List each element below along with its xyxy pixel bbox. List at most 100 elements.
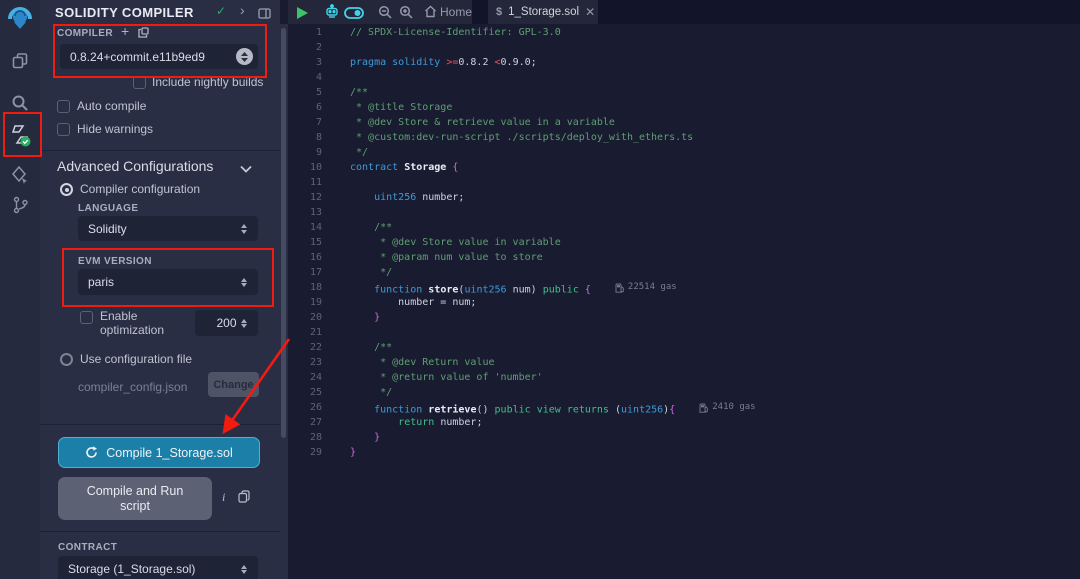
code-token: ( <box>609 405 621 416</box>
solidity-compiler-icon[interactable] <box>0 118 40 152</box>
icon-panel <box>0 0 40 579</box>
code-token: * @param num value to store <box>350 252 543 263</box>
zoom-in-icon[interactable] <box>399 5 413 24</box>
home-tab-label[interactable]: Home <box>440 5 472 19</box>
line-number: 1 <box>288 25 322 40</box>
code-token: * @custom:dev-run-script ./scripts/deplo… <box>350 132 693 143</box>
code-token: Storage <box>404 162 452 173</box>
code-token <box>350 192 374 203</box>
copy-file-icon[interactable] <box>137 26 149 44</box>
line-number: 21 <box>288 325 322 340</box>
section-divider <box>40 150 280 151</box>
compiler-configuration-label: Compiler configuration <box>80 182 200 196</box>
toggle-switch-icon[interactable] <box>344 6 364 24</box>
line-number: 15 <box>288 235 322 250</box>
code-token: { <box>585 285 591 296</box>
code-token: returns <box>567 405 609 416</box>
section-divider <box>40 424 280 425</box>
code-line: 26 function retrieve() public view retur… <box>288 400 1080 415</box>
optimization-runs-stepper[interactable]: 200 <box>195 310 258 336</box>
code-token: 0.8.2 <box>458 57 494 68</box>
code-token: * @return value of 'number' <box>350 372 543 383</box>
evm-version-value: paris <box>88 275 114 289</box>
copy-icon[interactable] <box>238 490 250 508</box>
enable-optimization-checkbox[interactable] <box>80 311 93 324</box>
panel-title: SOLIDITY COMPILER <box>55 5 194 20</box>
deploy-run-icon[interactable] <box>0 158 40 192</box>
chevron-right-icon[interactable]: › <box>240 2 245 18</box>
change-config-button[interactable]: Change <box>208 372 259 397</box>
code-token: 0.9.0; <box>501 57 537 68</box>
code-token: * @dev Store value in variable <box>350 237 561 248</box>
code-token: * @dev Return value <box>350 357 495 368</box>
evm-version-select[interactable]: paris <box>78 269 258 295</box>
use-configuration-file-radio[interactable] <box>60 353 73 366</box>
search-icon[interactable] <box>0 86 40 120</box>
code-token: public <box>543 285 579 296</box>
ai-assistant-robot-icon[interactable] <box>324 4 340 25</box>
git-icon[interactable] <box>0 188 40 222</box>
code-token: */ <box>350 387 392 398</box>
code-token: uint256 <box>464 285 506 296</box>
code-line: 20 } <box>288 310 1080 325</box>
zoom-out-icon[interactable] <box>378 5 392 24</box>
compile-and-run-label: Compile and Run script <box>74 484 196 514</box>
compile-button[interactable]: Compile 1_Storage.sol <box>58 437 260 468</box>
compile-success-check-icon: ✓ <box>216 4 226 18</box>
code-line: 7 * @dev Store & retrieve value in a var… <box>288 115 1080 130</box>
line-number: 20 <box>288 310 322 325</box>
code-token: retrieve <box>428 405 476 416</box>
code-line: 11 <box>288 175 1080 190</box>
language-select[interactable]: Solidity <box>78 216 258 241</box>
auto-compile-checkbox[interactable] <box>57 100 70 113</box>
line-number: 22 <box>288 340 322 355</box>
tab-1-storage-sol[interactable]: $ 1_Storage.sol ✕ <box>488 0 598 24</box>
home-icon[interactable] <box>424 5 437 23</box>
code-token: store <box>428 285 458 296</box>
run-script-icon[interactable] <box>297 6 308 24</box>
file-explorer-icon[interactable] <box>0 44 40 78</box>
version-select-arrows-icon <box>236 48 253 65</box>
code-line: 29} <box>288 445 1080 460</box>
chevron-down-icon[interactable] <box>240 160 252 178</box>
line-number: 6 <box>288 100 322 115</box>
panel-scrollbar[interactable] <box>281 28 286 438</box>
compiler-configuration-radio[interactable] <box>60 183 73 196</box>
code-line: 10 contract Storage { <box>288 160 1080 175</box>
line-number: 17 <box>288 265 322 280</box>
code-token: contract <box>350 162 404 173</box>
code-token: } <box>350 447 356 458</box>
hide-warnings-checkbox[interactable] <box>57 123 70 136</box>
select-arrows-icon <box>241 276 250 288</box>
code-token: >= <box>446 57 458 68</box>
solidity-file-icon: $ <box>496 6 502 18</box>
code-token: */ <box>350 147 368 158</box>
compiler-version-value: 0.8.24+commit.e11b9ed9 <box>70 50 205 64</box>
line-number: 10 <box>288 160 322 175</box>
code-line: 19 number = num; <box>288 295 1080 310</box>
code-editor[interactable]: 1// SPDX-License-Identifier: GPL-3.023pr… <box>288 24 1080 579</box>
line-number: 23 <box>288 355 322 370</box>
code-token: uint256 <box>374 192 416 203</box>
info-icon[interactable]: i <box>222 490 225 505</box>
code-token: function <box>374 405 422 416</box>
remix-logo-icon[interactable] <box>0 3 40 35</box>
code-token: { <box>452 162 458 173</box>
code-line: 21 <box>288 325 1080 340</box>
advanced-configurations-title[interactable]: Advanced Configurations <box>57 158 213 174</box>
code-token: number; <box>416 192 464 203</box>
code-token: number = num; <box>350 297 476 308</box>
code-line: 27 return number; <box>288 415 1080 430</box>
compiler-version-select[interactable]: 0.8.24+commit.e11b9ed9 <box>60 44 258 69</box>
code-line: 9 */ <box>288 145 1080 160</box>
add-compiler-icon[interactable]: + <box>121 23 129 39</box>
compile-and-run-button[interactable]: Compile and Run script <box>58 477 212 520</box>
tab-close-icon[interactable]: ✕ <box>585 5 595 19</box>
line-number: 24 <box>288 370 322 385</box>
contract-select[interactable]: Storage (1_Storage.sol) <box>58 556 258 579</box>
pin-panel-icon[interactable] <box>258 6 271 24</box>
include-nightly-checkbox[interactable] <box>133 76 146 89</box>
code-token: function <box>374 285 422 296</box>
gas-estimate-badge: 2410 gas <box>699 400 755 415</box>
contract-value: Storage (1_Storage.sol) <box>68 562 195 576</box>
